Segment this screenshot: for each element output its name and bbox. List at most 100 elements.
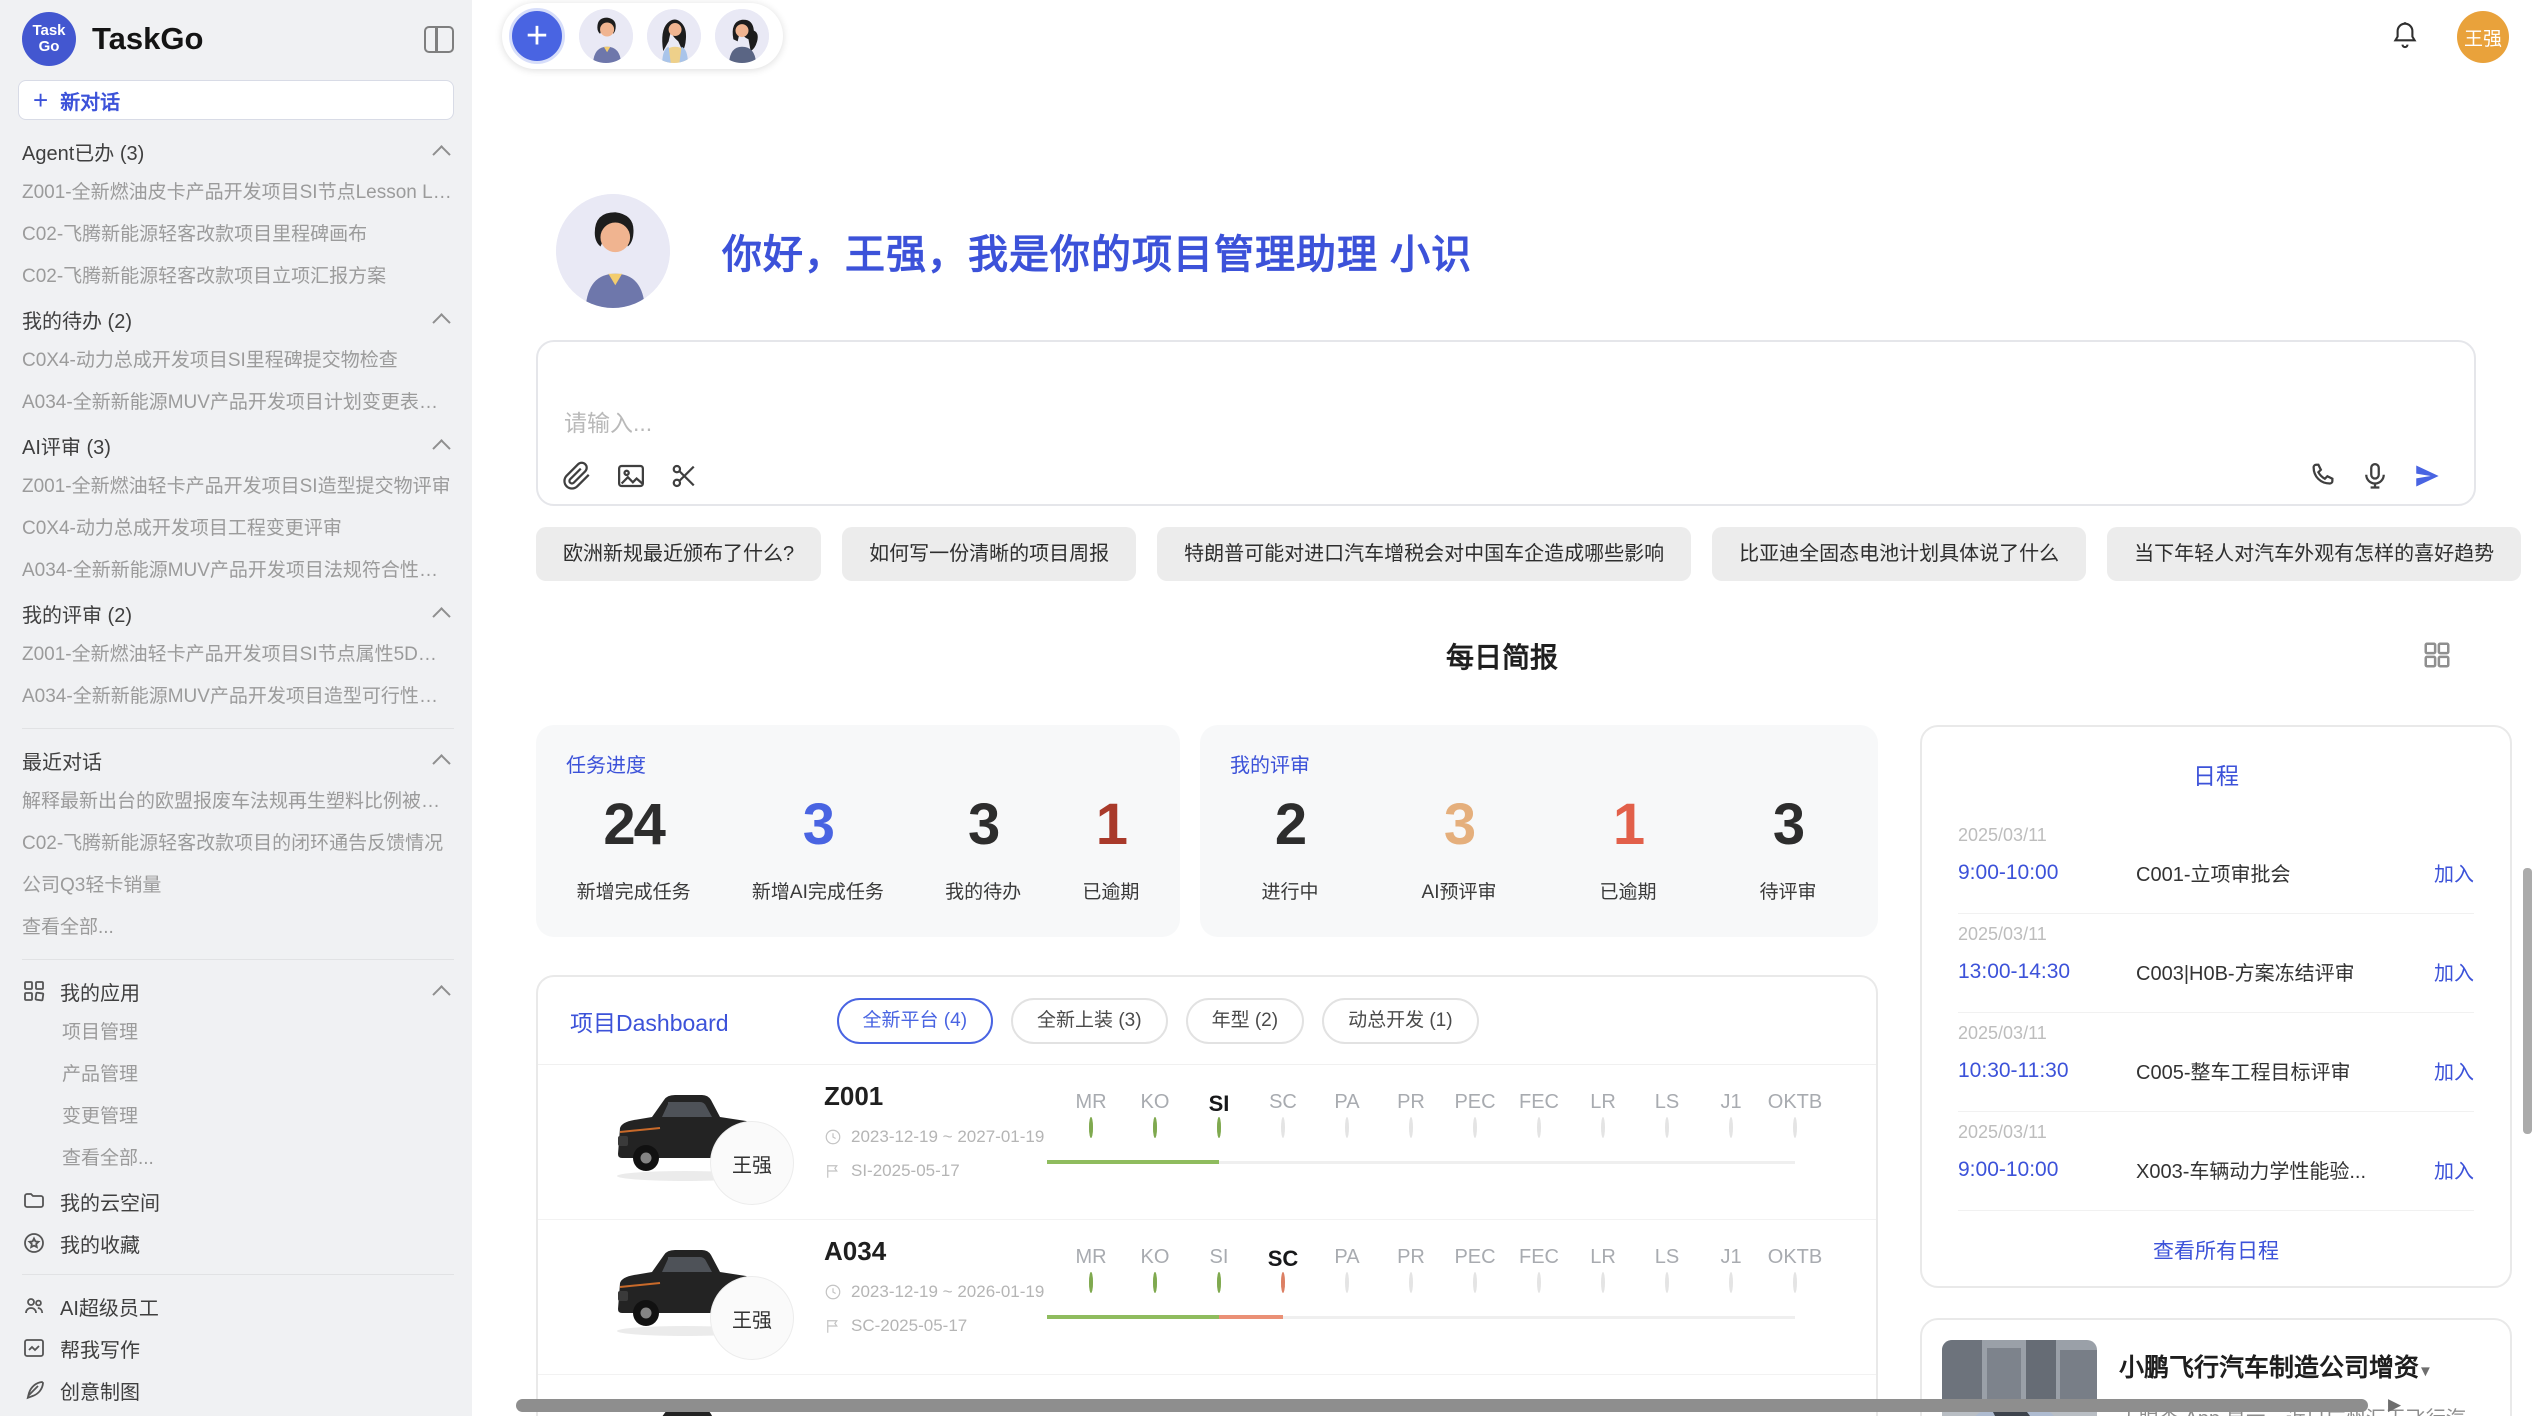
suggestion-chip[interactable]: 如何写一份清晰的项目周报 [842,527,1136,581]
sidebar-task-item[interactable]: C02-飞腾新能源轻客改款项目里程碑画布 [22,214,454,256]
notification-bell-icon[interactable] [2390,20,2420,52]
tab-all-new-body[interactable]: 全新上装 (3) [1011,998,1168,1044]
sidebar-task-item[interactable]: Z001-全新燃油轻卡产品开发项目SI造型提交物评审 [22,466,454,508]
logo-line1: Task [32,23,65,39]
my-apps-label: 我的应用 [60,977,140,1006]
sidebar-item-help-write[interactable]: 帮我写作 [22,1327,454,1369]
section-title: 我的待办 (2) [22,305,132,334]
view-all-schedules-link[interactable]: 查看所有日程 [1958,1235,2474,1265]
assistant-switcher: + [502,3,783,69]
add-assistant-button[interactable]: + [509,8,565,64]
suggestion-chip[interactable]: 欧洲新规最近颁布了什么? [536,527,821,581]
tab-year-model[interactable]: 年型 (2) [1186,998,1305,1044]
project-dashboard-card: 项目Dashboard 全新平台 (4) 全新上装 (3) 年型 (2) 动总开… [536,975,1878,1416]
sidebar-conversation[interactable]: 解释最新出台的欧盟报废车法规再生塑料比例被调至15%... [22,781,454,823]
sidebar-app-item[interactable]: 产品管理 [22,1054,454,1096]
phone-icon[interactable] [2308,461,2338,491]
section-header-my-review[interactable]: 我的评审 (2) [22,592,454,634]
milestone-dot-done [1217,1117,1221,1138]
section-header-agent-done[interactable]: Agent已办 (3) [22,130,454,172]
layout-grid-icon[interactable] [2422,640,2452,670]
milestone-label: KO [1123,1246,1187,1274]
tab-powertrain[interactable]: 动总开发 (1) [1322,998,1479,1044]
dashboard-header: 项目Dashboard 全新平台 (4) 全新上装 (3) 年型 (2) 动总开… [538,977,1876,1065]
sidebar-item-cloud-space[interactable]: 我的云空间 [22,1180,454,1222]
section-header-recent-chats[interactable]: 最近对话 [22,739,454,781]
sidebar-app-item[interactable]: 项目管理 [22,1012,454,1054]
user-avatar[interactable]: 王强 [2457,11,2509,63]
view-all-apps[interactable]: 查看全部... [22,1138,454,1180]
scroll-down-arrow-icon[interactable]: ▼ [2418,1363,2433,1380]
vertical-scrollbar-thumb[interactable] [2523,868,2532,1134]
milestone-dot-overdue [1281,1272,1285,1293]
join-link[interactable]: 加入 [2434,858,2474,887]
suggestion-chips: 欧洲新规最近颁布了什么? 如何写一份清晰的项目周报 特朗普可能对进口汽车增税会对… [536,527,2521,581]
suggestion-chip[interactable]: 当下年轻人对汽车外观有怎样的喜好趋势 [2107,527,2521,581]
stats-row: 24新增完成任务 3新增AI完成任务 3我的待办 1已逾期 [546,789,1170,904]
flag-icon [824,1317,842,1335]
stat-value: 2 [1262,789,1319,861]
task-progress-card: 任务进度 24新增完成任务 3新增AI完成任务 3我的待办 1已逾期 [536,725,1180,937]
milestone-dot [1473,1117,1477,1138]
suggestion-chip[interactable]: 比亚迪全固态电池计划具体说了什么 [1712,527,2086,581]
schedule-time: 10:30-11:30 [1958,1059,2136,1083]
section-header-ai-review[interactable]: AI评审 (3) [22,424,454,466]
send-icon[interactable] [2412,461,2442,491]
sidebar-task-item[interactable]: A034-全新新能源MUV产品开发项目造型可行性评审 [22,676,454,718]
sidebar-item-favorites[interactable]: 我的收藏 [22,1222,454,1264]
horizontal-scrollbar-thumb[interactable] [516,1399,2368,1412]
scroll-right-arrow-icon[interactable]: ▶ [2388,1395,2401,1415]
sidebar-conversation[interactable]: C02-飞腾新能源轻客改款项目的闭环通告反馈情况 [22,823,454,865]
input-toolbar-left [562,461,700,491]
project-flag-milestone: SC-2025-05-17 [824,1316,967,1336]
section-header-my-todo[interactable]: 我的待办 (2) [22,298,454,340]
tab-all-new-platform[interactable]: 全新平台 (4) [837,998,994,1044]
microphone-icon[interactable] [2360,461,2390,491]
sidebar-app-item[interactable]: 变更管理 [22,1096,454,1138]
new-chat-button[interactable]: + 新对话 [18,80,454,120]
join-link[interactable]: 加入 [2434,957,2474,986]
join-link[interactable]: 加入 [2434,1056,2474,1085]
sidebar-task-item[interactable]: Z001-全新燃油轻卡产品开发项目SI节点属性5D文件评审 [22,634,454,676]
dashboard-title: 项目Dashboard [570,1004,729,1038]
project-row-a034[interactable]: 王强 A034 2023-12-19 ~ 2026-01-19 SC-2025-… [538,1220,1876,1375]
view-all-conversations[interactable]: 查看全部... [22,907,454,949]
milestone-label: FEC [1507,1091,1571,1119]
assistant-avatar-3[interactable] [715,9,769,63]
stat-value: 3 [1422,789,1497,861]
app-title: TaskGo [92,21,424,57]
project-row-z001[interactable]: 王强 Z001 2023-12-19 ~ 2027-01-19 SI-2025-… [538,1065,1876,1220]
chat-input[interactable]: 请输入... [536,340,2476,506]
sidebar-task-item[interactable]: A034-全新新能源MUV产品开发项目法规符合性评审 [22,550,454,592]
sidebar-header: Task Go TaskGo [0,0,472,74]
stat-value: 1 [1599,789,1656,861]
app-logo: Task Go [22,12,76,66]
sidebar-task-item[interactable]: C0X4-动力总成开发项目SI里程碑提交物检查 [22,340,454,382]
sidebar-item-creative-draw[interactable]: 创意制图 [22,1369,454,1411]
milestone-label-current: SI [1187,1091,1251,1119]
milestone-dot [1793,1272,1797,1293]
sidebar-item-my-apps[interactable]: 我的应用 [22,970,454,1012]
image-icon[interactable] [616,461,646,491]
logo-line2: Go [39,39,60,55]
stat: 24新增完成任务 [577,789,691,904]
milestone-label: OKTB [1763,1246,1827,1274]
sidebar-conversation[interactable]: 公司Q3轻卡销量 [22,865,454,907]
sidebar-task-item[interactable]: C02-飞腾新能源轻客改款项目立项汇报方案 [22,256,454,298]
sidebar-task-item[interactable]: C0X4-动力总成开发项目工程变更评审 [22,508,454,550]
card-title: 任务进度 [566,749,646,778]
sidebar-task-item[interactable]: Z001-全新燃油皮卡产品开发项目SI节点Lesson Learn报告 [22,172,454,214]
cloud-space-label: 我的云空间 [60,1187,160,1216]
attachment-icon[interactable] [562,461,592,491]
milestone-dot [1793,1117,1797,1138]
sidebar-collapse-icon[interactable] [424,26,454,53]
sidebar-task-item[interactable]: A034-全新新能源MUV产品开发项目计划变更表编写 [22,382,454,424]
divider [22,959,454,960]
milestone-dot [1729,1272,1733,1293]
suggestion-chip[interactable]: 特朗普可能对进口汽车增税会对中国车企造成哪些影响 [1157,527,1691,581]
join-link[interactable]: 加入 [2434,1155,2474,1184]
scissors-icon[interactable] [670,461,700,491]
sidebar-item-ai-employee[interactable]: AI超级员工 [22,1285,454,1327]
assistant-avatar-1[interactable] [579,9,633,63]
assistant-avatar-2[interactable] [647,9,701,63]
